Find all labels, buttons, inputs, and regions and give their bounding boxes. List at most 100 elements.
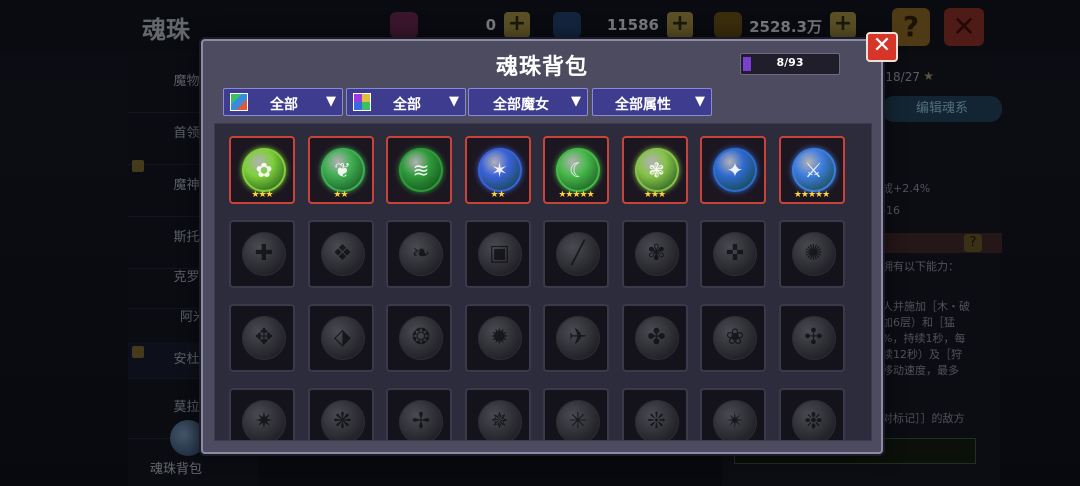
attribute-filter-dropdown[interactable]: 全部属性 ▼	[592, 88, 712, 116]
locked-soul-pearl-slot[interactable]: ✈	[543, 304, 609, 372]
star-rating: ★★	[333, 190, 348, 200]
star-rating: ★★★★★	[558, 190, 594, 200]
soul-pearl-icon: ❦	[320, 148, 365, 192]
bag-capacity: 8/93	[740, 53, 840, 75]
pearl-emblem-icon: ❂	[411, 325, 431, 350]
element-icon	[353, 93, 371, 111]
soul-pearl-icon: ✜	[713, 232, 757, 276]
soul-pearl-slot[interactable]: ⚔ ★★★★★	[778, 136, 845, 204]
soul-pearl-icon: ☾	[556, 148, 600, 192]
soul-pearl-slot[interactable]: ❦ ★★	[307, 136, 374, 204]
rarity-icon	[230, 93, 248, 111]
soul-pearl-icon: ❉	[791, 400, 836, 440]
pearl-emblem-icon: ✚	[254, 241, 274, 266]
locked-soul-pearl-slot[interactable]: ⬗	[307, 304, 374, 372]
soul-pearl-icon: ⚔	[791, 148, 836, 192]
locked-soul-pearl-slot[interactable]: ✳	[543, 388, 609, 440]
pearl-emblem-icon: ✳	[568, 409, 588, 434]
locked-soul-pearl-slot[interactable]: ✜	[700, 220, 766, 288]
pearl-emblem-icon: ✵	[490, 409, 509, 434]
locked-soul-pearl-slot[interactable]: ✢	[386, 388, 452, 440]
locked-soul-pearl-slot[interactable]: ✺	[778, 220, 845, 288]
soul-pearl-slot[interactable]: ✦	[700, 136, 766, 204]
pearl-emblem-icon: ✾	[647, 241, 666, 266]
locked-soul-pearl-slot[interactable]: ✾	[621, 220, 688, 288]
pearl-emblem-icon: ✤	[647, 325, 666, 350]
witch-filter-dropdown[interactable]: 全部魔女 ▼	[468, 88, 588, 116]
soul-pearl-slot[interactable]: ✶ ★★	[464, 136, 531, 204]
locked-soul-pearl-slot[interactable]: ✷	[229, 388, 295, 440]
pearl-emblem-icon: ✿	[255, 158, 273, 182]
locked-soul-pearl-slot[interactable]: ✹	[464, 304, 531, 372]
pearl-emblem-icon: ❧	[411, 241, 431, 266]
locked-soul-pearl-slot[interactable]: ❊	[621, 388, 688, 440]
pearl-emblem-icon: ❃	[648, 158, 665, 182]
soul-pearl-slot[interactable]: ≋	[386, 136, 452, 204]
soul-pearl-icon: ✦	[713, 148, 757, 192]
soul-pearl-icon: ✺	[791, 232, 836, 276]
soul-pearl-bag-dialog: 魂珠背包 8/93 ✕ 全部 ▼ 全部 ▼ 全部魔女 ▼ 全部属性 ▼ ✿ ★★★…	[201, 32, 898, 454]
pearl-emblem-icon: ❉	[804, 409, 823, 434]
soul-pearl-icon: ❂	[399, 316, 443, 360]
element-filter-dropdown[interactable]: 全部 ▼	[346, 88, 466, 116]
locked-soul-pearl-slot[interactable]: ❧	[386, 220, 452, 288]
soul-pearl-icon: ✹	[477, 316, 522, 360]
locked-soul-pearl-slot[interactable]: ▣	[464, 220, 531, 288]
pearl-emblem-icon: ✈	[568, 325, 588, 350]
pearl-emblem-icon: ⚔	[804, 158, 823, 182]
chevron-down-icon: ▼	[449, 94, 459, 109]
soul-pearl-icon: ✢	[399, 400, 443, 440]
locked-soul-pearl-slot[interactable]: ✴	[700, 388, 766, 440]
soul-pearl-icon: ✤	[634, 316, 679, 360]
soul-pearl-icon: ❋	[320, 400, 365, 440]
locked-soul-pearl-slot[interactable]: ❀	[700, 304, 766, 372]
rarity-filter-dropdown[interactable]: 全部 ▼	[223, 88, 343, 116]
pearl-emblem-icon: ✺	[804, 241, 823, 266]
soul-pearl-icon: ❖	[320, 232, 365, 276]
filter-label: 全部	[270, 97, 298, 113]
dialog-close-button[interactable]: ✕	[866, 32, 898, 62]
soul-pearl-slot[interactable]: ☾ ★★★★★	[543, 136, 609, 204]
locked-soul-pearl-slot[interactable]: ❂	[386, 304, 452, 372]
locked-soul-pearl-slot[interactable]: ❖	[307, 220, 374, 288]
pearl-emblem-icon: ✴	[725, 409, 745, 434]
chevron-down-icon: ▼	[695, 94, 705, 109]
soul-pearl-icon: ❃	[634, 148, 679, 192]
locked-soul-pearl-slot[interactable]: ❉	[778, 388, 845, 440]
soul-pearl-icon: ╱	[556, 232, 600, 276]
pearl-emblem-icon: ✶	[491, 158, 508, 182]
soul-pearl-slot[interactable]: ✿ ★★★	[229, 136, 295, 204]
soul-pearl-icon: ✾	[634, 232, 679, 276]
pearl-emblem-icon: ✜	[725, 241, 745, 266]
soul-pearl-icon: ❊	[634, 400, 679, 440]
soul-pearl-icon: ✿	[242, 148, 286, 192]
pearl-emblem-icon: ❖	[332, 241, 353, 266]
locked-soul-pearl-slot[interactable]: ✣	[778, 304, 845, 372]
pearl-emblem-icon: ⬗	[334, 325, 351, 350]
locked-soul-pearl-slot[interactable]: ╱	[543, 220, 609, 288]
soul-pearl-slot[interactable]: ❃ ★★★	[621, 136, 688, 204]
locked-soul-pearl-slot[interactable]: ✥	[229, 304, 295, 372]
soul-pearl-icon: ≋	[399, 148, 443, 192]
locked-soul-pearl-slot[interactable]: ❋	[307, 388, 374, 440]
soul-pearl-icon: ✶	[477, 148, 522, 192]
locked-soul-pearl-slot[interactable]: ✚	[229, 220, 295, 288]
soul-pearl-grid: ✿ ★★★ ❦ ★★ ≋ ✶ ★★ ☾ ★★★★★ ❃ ★★★ ✦ ⚔ ★★★★★ ✚ ❖ ❧ ▣ ╱ ✾ ✜ ✺ ✥ ⬗ ❂ ✹…	[214, 123, 872, 441]
star-rating: ★★★	[251, 190, 273, 200]
filter-label: 全部属性	[615, 97, 671, 113]
pearl-emblem-icon: ✹	[490, 325, 509, 350]
locked-soul-pearl-slot[interactable]: ✤	[621, 304, 688, 372]
soul-pearl-icon: ❀	[713, 316, 757, 360]
pearl-emblem-icon: ▣	[489, 241, 510, 266]
soul-pearl-icon: ✳	[556, 400, 600, 440]
pearl-emblem-icon: ❊	[647, 409, 666, 434]
filter-label: 全部	[393, 97, 421, 113]
pearl-emblem-icon: ❀	[725, 325, 745, 350]
soul-pearl-icon: ✷	[242, 400, 286, 440]
pearl-emblem-icon: ✥	[254, 325, 274, 350]
locked-soul-pearl-slot[interactable]: ✵	[464, 388, 531, 440]
soul-pearl-icon: ✥	[242, 316, 286, 360]
pearl-emblem-icon: ✦	[726, 158, 744, 182]
pearl-emblem-icon: ❋	[333, 409, 352, 434]
pearl-emblem-icon: ❦	[334, 158, 351, 182]
